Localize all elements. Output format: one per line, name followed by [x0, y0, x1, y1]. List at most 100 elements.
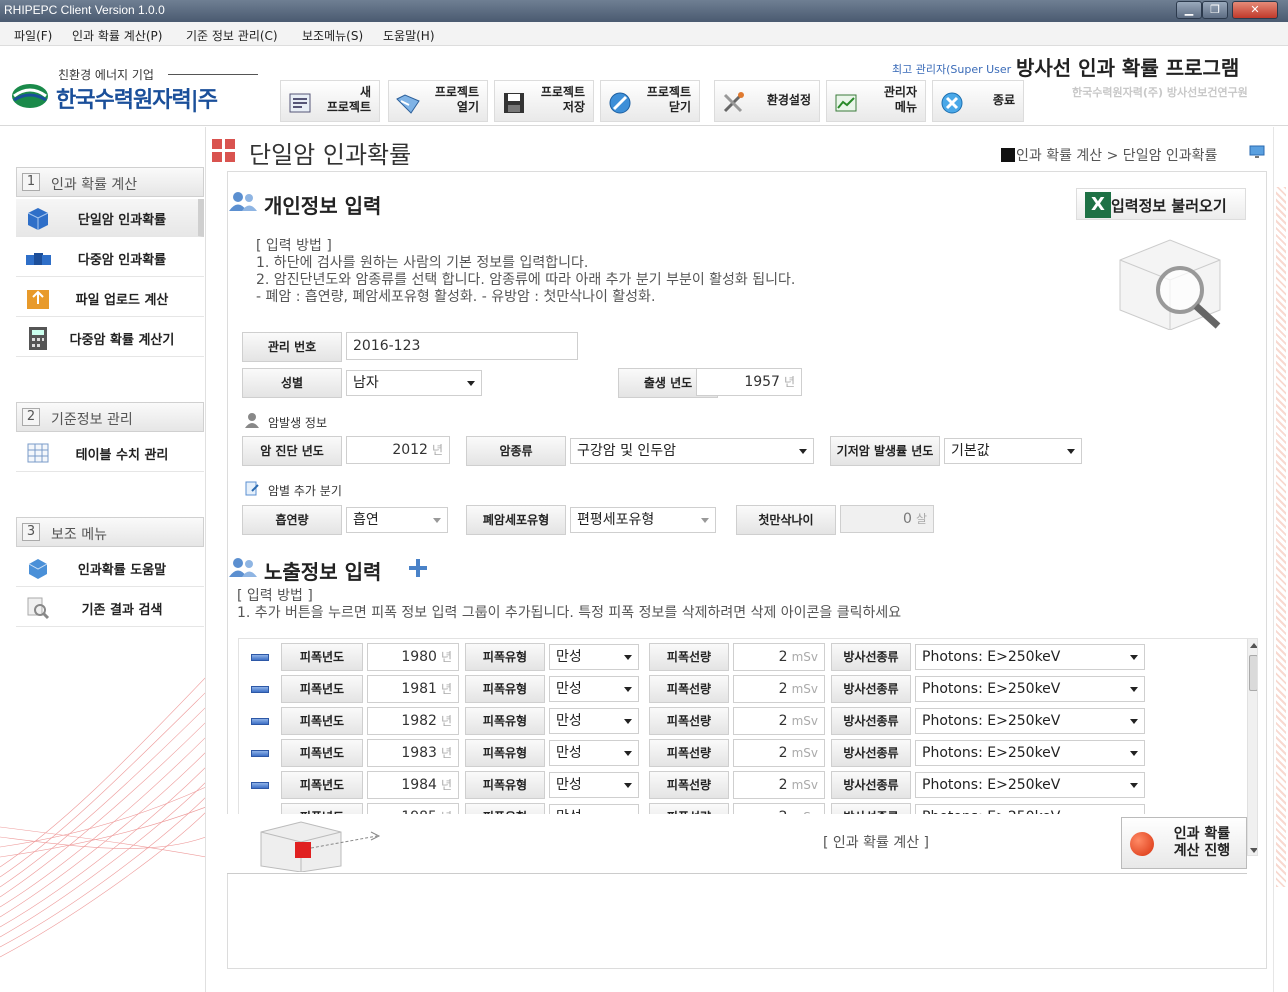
radiation-type-select[interactable]: Photons: E>250keV	[915, 644, 1145, 670]
smoking-label: 흡연량	[242, 505, 342, 535]
exposure-dose-input[interactable]: 2mSv	[733, 739, 825, 767]
grid-icon	[212, 139, 235, 162]
year-unit: 년	[440, 778, 452, 792]
exposure-type-label: 피폭유형	[465, 675, 545, 703]
exposure-type-select[interactable]: 만성	[549, 772, 639, 798]
exposure-year-input[interactable]: 1983 년	[367, 739, 459, 767]
menu-aux[interactable]: 보조메뉴(S)	[302, 27, 363, 44]
close-project-label: 프로젝트 닫기	[646, 85, 691, 114]
menu-calc[interactable]: 인과 확률 계산(P)	[72, 27, 162, 44]
open-project-button[interactable]: 프로젝트 열기	[388, 80, 488, 122]
radiation-type-select[interactable]: Photons: E>250keV	[915, 772, 1145, 798]
import-input-label: 입력정보 불러오기	[1111, 197, 1227, 215]
exposure-row: 피폭년도 1981 년 피폭유형 만성 피폭선량 2 mSv 방사선종류 Photo…	[239, 675, 1243, 705]
delete-row-icon[interactable]	[251, 686, 269, 693]
upload-box-icon	[27, 290, 49, 309]
birth-year-input[interactable]: 1957 년	[696, 368, 802, 396]
sidebar-item-file-upload[interactable]: 파일 업로드 계산	[16, 279, 204, 317]
sidebar-section-base-info[interactable]: 2 기준정보 관리	[16, 402, 204, 432]
year-unit: 년	[440, 682, 452, 696]
import-input-button[interactable]: X 입력정보 불러오기	[1076, 188, 1246, 220]
cancer-type-select[interactable]: 구강암 및 인두암	[570, 438, 814, 464]
cube-icon	[27, 208, 49, 230]
exposure-type-select[interactable]: 만성	[549, 740, 639, 766]
close-button[interactable]: ✕	[1232, 1, 1278, 19]
exposure-dose-input[interactable]: 2mSv	[733, 643, 825, 671]
scroll-up-icon[interactable]	[1250, 643, 1257, 648]
section-title: 보조 메뉴	[51, 527, 107, 543]
mgmt-number-input[interactable]: 2016-123	[346, 332, 578, 360]
delete-row-icon[interactable]	[251, 782, 269, 789]
radiation-type-select[interactable]: Photons: E>250keV	[915, 708, 1145, 734]
exposure-year-value: 1984	[401, 777, 437, 793]
radiation-type-value: Photons: E>250keV	[922, 777, 1061, 793]
exposure-dose-value: 2	[778, 777, 788, 793]
diag-year-value: 2012	[392, 442, 428, 458]
exposure-year-input[interactable]: 1980 년	[367, 643, 459, 671]
save-project-button[interactable]: 프로젝트 저장	[494, 80, 594, 122]
scroll-thumb[interactable]	[1249, 655, 1257, 691]
sidebar-item-multi-cancer[interactable]: 다중암 인과확률	[16, 239, 204, 277]
magnifier-cube-icon	[1119, 239, 1221, 330]
current-user[interactable]: 최고 관리자(Super User	[892, 61, 1011, 77]
new-project-button[interactable]: 새 프로젝트	[280, 80, 380, 122]
delete-row-icon[interactable]	[251, 654, 269, 661]
section-number: 3	[22, 523, 40, 541]
add-exposure-icon[interactable]	[408, 558, 428, 578]
sidebar-item-help[interactable]: 인과확률 도움말	[16, 549, 204, 587]
exit-button[interactable]: 종료	[932, 80, 1024, 122]
run-calculation-button[interactable]: 인과 확률 계산 진행	[1121, 817, 1247, 869]
exposure-type-select[interactable]: 만성	[549, 708, 639, 734]
sidebar-section-calc[interactable]: 1 인과 확률 계산	[16, 167, 204, 197]
exposure-year-label: 피폭년도	[281, 675, 363, 703]
exposure-type-select[interactable]: 만성	[549, 676, 639, 702]
exposure-type-select[interactable]: 만성	[549, 644, 639, 670]
toolbar: 새 프로젝트 프로젝트 열기 프로젝트 저장 프로젝트 닫기 환경설정 관리자 …	[280, 80, 1026, 122]
exposure-year-input[interactable]: 1984 년	[367, 771, 459, 799]
exposure-dose-input[interactable]: 2mSv	[733, 707, 825, 735]
delete-row-icon[interactable]	[251, 718, 269, 725]
breadcrumb-text: 인과 확률 계산 > 단일암 인과확률	[1016, 148, 1218, 164]
minimize-button[interactable]: ▁	[1176, 1, 1202, 19]
smoking-select[interactable]: 흡연	[346, 507, 448, 533]
branch-title: 암별 추가 분기	[268, 484, 342, 498]
khnp-logo-icon	[12, 84, 48, 108]
sidebar-item-label: 기존 결과 검색	[81, 603, 163, 618]
dose-unit: mSv	[791, 682, 818, 696]
save-project-label: 프로젝트 저장	[540, 85, 585, 114]
cancer-info-title: 암발생 정보	[268, 416, 328, 430]
radiation-type-select[interactable]: Photons: E>250keV	[915, 676, 1145, 702]
page-title: 단일암 인과확률	[249, 141, 412, 169]
maximize-button[interactable]: ❐	[1202, 1, 1228, 19]
delete-row-icon[interactable]	[251, 750, 269, 757]
dose-unit: mSv	[791, 714, 818, 728]
sidebar-item-multi-calculator[interactable]: 다중암 확률 계산기	[16, 319, 204, 357]
lung-cell-type-select[interactable]: 편평세포유형	[570, 507, 716, 533]
close-project-button[interactable]: 프로젝트 닫기	[600, 80, 700, 122]
sidebar-item-table-values[interactable]: 테이블 수치 관리	[16, 434, 204, 472]
first-pregnancy-age-input[interactable]: 0살	[840, 505, 934, 533]
menu-help[interactable]: 도움말(H)	[383, 27, 435, 44]
base-rate-year-select[interactable]: 기본값	[944, 438, 1082, 464]
exposure-dose-label: 피폭선량	[649, 739, 729, 767]
sidebar-item-search-results[interactable]: 기존 결과 검색	[16, 589, 204, 627]
exposure-dose-input[interactable]: 2mSv	[733, 771, 825, 799]
menu-base-info[interactable]: 기준 정보 관리(C)	[186, 27, 278, 44]
exposure-scrollbar[interactable]	[1247, 639, 1257, 855]
scroll-down-icon[interactable]	[1250, 848, 1257, 853]
sidebar-section-aux[interactable]: 3 보조 메뉴	[16, 517, 204, 547]
admin-menu-button[interactable]: 관리자 메뉴	[826, 80, 926, 122]
exposure-dose-input[interactable]: 2mSv	[733, 675, 825, 703]
sex-select[interactable]: 남자	[346, 370, 482, 396]
exposure-row: 피폭년도 1980 년 피폭유형 만성 피폭선량 2 mSv 방사선종류 Photo…	[239, 643, 1243, 673]
mgmt-number-label: 관리 번호	[242, 332, 342, 362]
chevron-down-icon	[624, 655, 632, 660]
exposure-type-label: 피폭유형	[465, 771, 545, 799]
exposure-year-input[interactable]: 1981 년	[367, 675, 459, 703]
diag-year-input[interactable]: 2012 년	[346, 436, 450, 464]
sidebar-item-single-cancer[interactable]: 단일암 인과확률	[16, 199, 204, 237]
menu-file[interactable]: 파일(F)	[14, 27, 52, 44]
exposure-year-input[interactable]: 1982 년	[367, 707, 459, 735]
settings-button[interactable]: 환경설정	[714, 80, 820, 122]
radiation-type-select[interactable]: Photons: E>250keV	[915, 740, 1145, 766]
